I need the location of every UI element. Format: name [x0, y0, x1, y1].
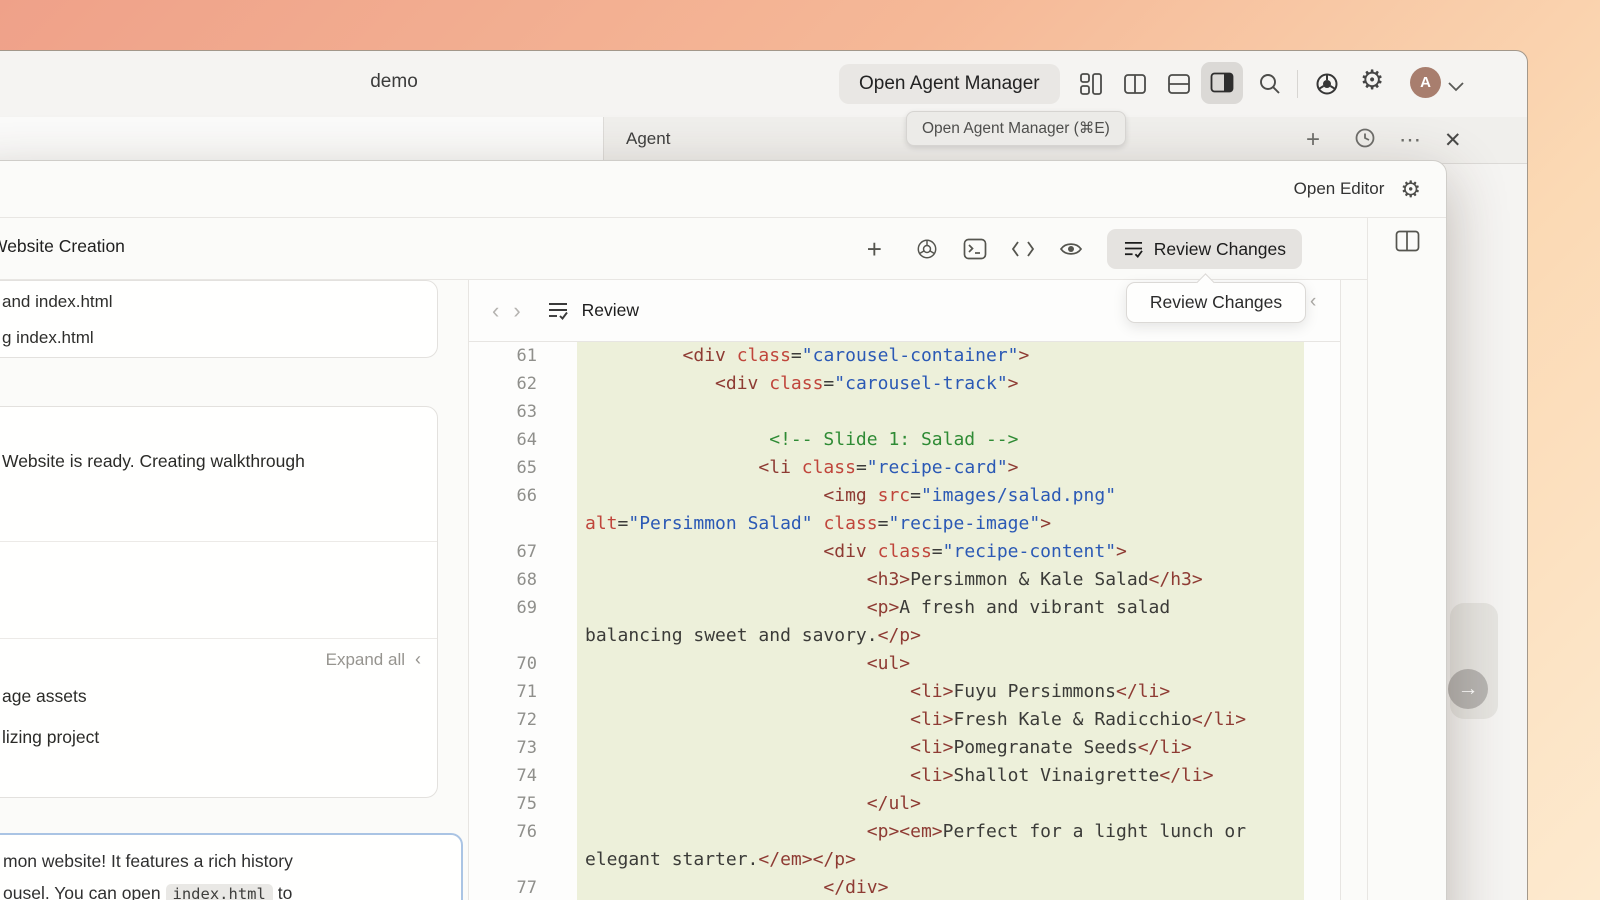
tooltip-review-changes: Review Changes	[1126, 282, 1306, 323]
conversation-title: Website Creation	[0, 236, 125, 257]
agent-progress-card: Website is ready. Creating walkthrough E…	[0, 406, 438, 798]
chat-pane: and index.html g index.html Website is r…	[0, 280, 468, 900]
review-pane: ‹ › Review 61 <div class="carousel-conta…	[468, 280, 1341, 900]
message-line-2-pre: ousel. You can open	[3, 883, 166, 900]
steps-section: Expand all ‹ age assets lizing project	[0, 639, 437, 748]
agent-blocks-icon[interactable]	[1078, 72, 1104, 96]
review-title: Review	[582, 300, 639, 321]
toolbar-actions: +	[867, 218, 1302, 280]
desktop: demo Open Agent Manager	[0, 0, 1600, 900]
split-vertical-icon[interactable]	[1122, 72, 1148, 96]
titlebar: demo Open Agent Manager	[0, 51, 1527, 117]
progress-section	[0, 542, 437, 639]
code-line: 71 <li>Fuyu Persimmons</li>	[469, 678, 1340, 706]
settings-gear-icon[interactable]: ⚙	[1360, 68, 1386, 92]
code-line: 76 <p><em>Perfect for a light lunch or	[469, 818, 1340, 846]
code-rows: 61 <div class="carousel-container">62 <d…	[469, 342, 1340, 900]
code-line: 66 <img src="images/salad.png"	[469, 482, 1340, 510]
agent-editor-window: Open Editor ⚙ Website Creation +	[0, 160, 1447, 900]
code-line: 62 <div class="carousel-track">	[469, 370, 1340, 398]
editor-gear-icon[interactable]: ⚙	[1400, 178, 1421, 200]
code-line: alt="Persimmon Salad" class="recipe-imag…	[469, 510, 1340, 538]
review-changes-button[interactable]: Review Changes	[1107, 229, 1302, 269]
open-editor-button[interactable]: Open Editor	[1294, 179, 1385, 199]
tab-agent[interactable]: Agent	[626, 129, 670, 149]
code-line: 61 <div class="carousel-container">	[469, 342, 1340, 370]
code-line: 68 <h3>Persimmon & Kale Salad</h3>	[469, 566, 1340, 594]
message-line-2: ousel. You can open index.html to	[3, 883, 451, 900]
collapse-chevron-icon: ‹	[415, 649, 421, 669]
task-files-card: and index.html g index.html	[0, 280, 438, 358]
task-file-item[interactable]: and index.html	[2, 284, 437, 320]
expand-all-label: Expand all	[326, 650, 405, 669]
window-title: demo	[314, 71, 474, 93]
avatar[interactable]: A	[1410, 67, 1441, 98]
editor-toolbar: Website Creation +	[0, 218, 1367, 280]
code-line: 65 <li class="recipe-card">	[469, 454, 1340, 482]
right-rail	[1367, 218, 1446, 900]
inline-code-chip: index.html	[166, 884, 273, 900]
review-lines-check-icon	[547, 301, 569, 320]
columns-layout-icon[interactable]	[1395, 230, 1420, 252]
code-line: 67 <div class="recipe-content">	[469, 538, 1340, 566]
history-icon[interactable]	[1353, 126, 1377, 158]
preview-eye-icon[interactable]	[1059, 238, 1083, 260]
sidebar-right-toggle-active[interactable]	[1201, 62, 1243, 104]
step-item[interactable]: lizing project	[0, 727, 437, 748]
agent-message-card[interactable]: mon website! It features a rich history …	[0, 833, 463, 900]
message-line-2-post: to	[273, 883, 292, 900]
search-icon[interactable]	[1257, 72, 1283, 96]
hidden-chevron: ‹	[1310, 291, 1316, 313]
code-line: 72 <li>Fresh Kale & Radicchio</li>	[469, 706, 1340, 734]
close-icon[interactable]: ✕	[1444, 126, 1462, 156]
editor-header: Open Editor ⚙	[0, 161, 1446, 218]
code-icon[interactable]	[1011, 238, 1035, 260]
step-item[interactable]: age assets	[0, 686, 437, 707]
chevron-down-icon[interactable]	[1448, 79, 1464, 89]
review-changes-label: Review Changes	[1154, 239, 1286, 260]
code-line: 69 <p>A fresh and vibrant salad	[469, 594, 1340, 622]
code-line: elegant starter.</em></p>	[469, 846, 1340, 874]
message-line-1: mon website! It features a rich history	[3, 851, 451, 872]
new-tab-plus-icon[interactable]: +	[1306, 125, 1320, 155]
tab-strip: Agent + ⋯ ✕	[0, 117, 1527, 164]
status-text: Website is ready. Creating walkthrough	[0, 407, 437, 542]
code-line: 74 <li>Shallot Vinaigrette</li>	[469, 762, 1340, 790]
code-line: 73 <li>Pomegranate Seeds</li>	[469, 734, 1340, 762]
titlebar-divider	[1297, 70, 1298, 98]
chrome-icon[interactable]	[1314, 72, 1340, 96]
add-plus-icon[interactable]: +	[867, 238, 891, 260]
code-line: 70 <ul>	[469, 650, 1340, 678]
code-line: 63	[469, 398, 1340, 426]
tooltip-review-changes-label: Review Changes	[1150, 292, 1282, 313]
open-agent-manager-button[interactable]: Open Agent Manager	[839, 64, 1060, 104]
tooltip-open-agent-manager: Open Agent Manager (⌘E)	[906, 111, 1126, 146]
code-line: balancing sweet and savory.</p>	[469, 622, 1340, 650]
review-lines-check-icon	[1123, 240, 1144, 258]
nav-forward-icon[interactable]: ›	[513, 301, 520, 321]
terminal-icon[interactable]	[963, 238, 987, 260]
tab-strip-left-pane	[0, 117, 604, 163]
code-line: 77 </div>	[469, 874, 1340, 900]
code-line: 64 <!-- Slide 1: Salad -->	[469, 426, 1340, 454]
split-horizontal-icon[interactable]	[1166, 72, 1192, 96]
expand-all-button[interactable]: Expand all ‹	[0, 649, 437, 670]
nav-back-icon[interactable]: ‹	[492, 301, 499, 321]
code-line: 75 </ul>	[469, 790, 1340, 818]
arrow-right-button[interactable]: →	[1448, 669, 1488, 709]
browser-chrome-icon[interactable]	[915, 238, 939, 260]
task-file-item[interactable]: g index.html	[2, 320, 437, 356]
more-options-icon[interactable]: ⋯	[1399, 125, 1421, 155]
